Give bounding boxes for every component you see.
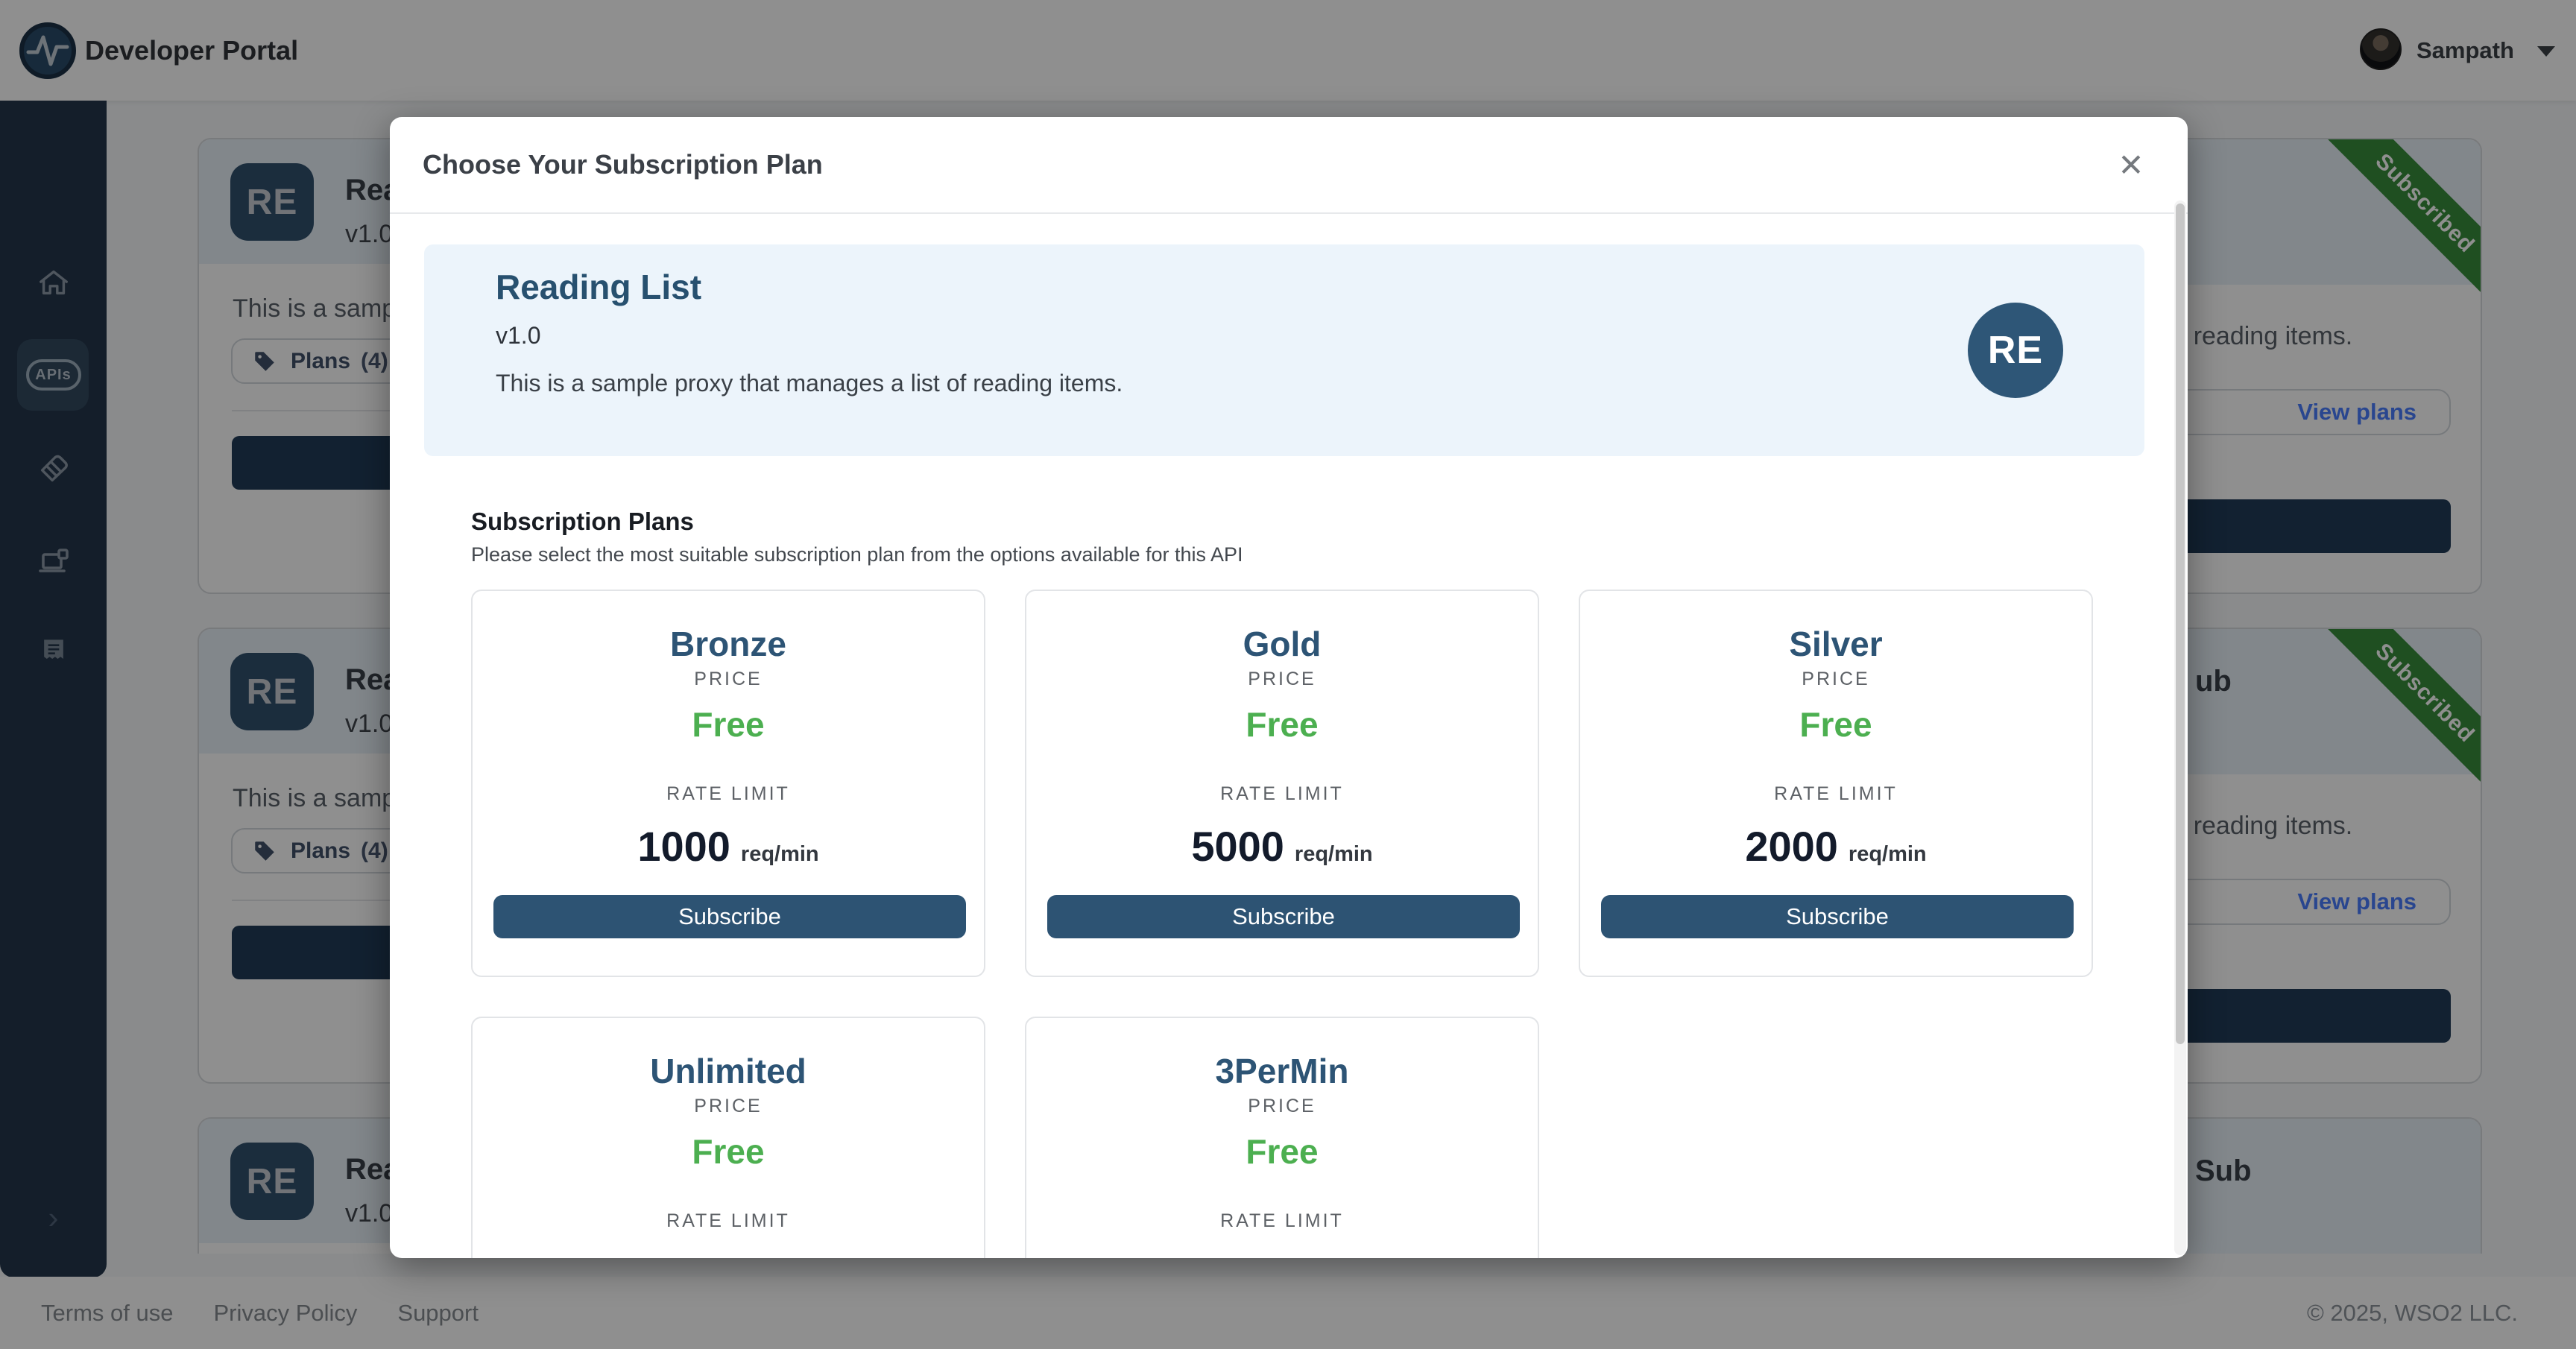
modal-title: Choose Your Subscription Plan <box>423 117 823 212</box>
price-label: PRICE <box>1580 669 2092 690</box>
subscribe-button[interactable]: Subscribe <box>493 895 966 938</box>
plan-card-unlimited: Unlimited PRICE Free RATE LIMIT Subscrib… <box>471 1017 985 1258</box>
modal-scrollbar-thumb[interactable] <box>2176 203 2185 1044</box>
plan-name: Silver <box>1580 624 2092 664</box>
plan-card-gold: Gold PRICE Free RATE LIMIT 5000 req/min … <box>1025 590 1539 977</box>
section-heading: Subscription Plans <box>471 508 694 536</box>
close-icon[interactable]: ✕ <box>2110 144 2152 186</box>
plan-price: Free <box>1026 1131 1538 1172</box>
rate-value: 1000 <box>637 822 730 871</box>
plan-price: Free <box>1580 704 2092 745</box>
price-label: PRICE <box>473 669 984 690</box>
plan-name: 3PerMin <box>1026 1051 1538 1091</box>
modal-divider <box>390 212 2188 214</box>
plan-name: Bronze <box>473 624 984 664</box>
price-label: PRICE <box>473 1096 984 1117</box>
subscription-plan-modal: Choose Your Subscription Plan ✕ Reading … <box>390 117 2188 1258</box>
api-avatar: RE <box>1968 303 2063 398</box>
api-description: This is a sample proxy that manages a li… <box>496 370 1123 397</box>
plan-card-bronze: Bronze PRICE Free RATE LIMIT 1000 req/mi… <box>471 590 985 977</box>
plan-rate: 5000 req/min <box>1026 822 1538 871</box>
plan-rate: 2000 req/min <box>1580 822 2092 871</box>
subscribe-button[interactable]: Subscribe <box>1047 895 1520 938</box>
price-label: PRICE <box>1026 669 1538 690</box>
rate-unit: req/min <box>741 842 819 867</box>
rate-value: 2000 <box>1745 822 1838 871</box>
plan-price: Free <box>473 1131 984 1172</box>
plan-rate: 1000 req/min <box>473 822 984 871</box>
plan-name: Unlimited <box>473 1051 984 1091</box>
rate-limit-label: RATE LIMIT <box>473 783 984 805</box>
rate-limit-label: RATE LIMIT <box>1026 783 1538 805</box>
rate-unit: req/min <box>1849 842 1927 867</box>
rate-limit-label: RATE LIMIT <box>1026 1210 1538 1232</box>
api-name: Reading List <box>496 267 701 307</box>
plan-price: Free <box>473 704 984 745</box>
plan-name: Gold <box>1026 624 1538 664</box>
section-subheading: Please select the most suitable subscrip… <box>471 543 1243 566</box>
plan-card-silver: Silver PRICE Free RATE LIMIT 2000 req/mi… <box>1579 590 2093 977</box>
rate-limit-label: RATE LIMIT <box>473 1210 984 1232</box>
rate-limit-label: RATE LIMIT <box>1580 783 2092 805</box>
developer-portal-app: Developer Portal Sampath APIs <box>0 0 2576 1349</box>
api-info-box: Reading List v1.0 This is a sample proxy… <box>424 244 2144 456</box>
rate-value: 5000 <box>1191 822 1284 871</box>
plan-card-3permin: 3PerMin PRICE Free RATE LIMIT Subscribe <box>1025 1017 1539 1258</box>
rate-unit: req/min <box>1295 842 1373 867</box>
modal-scrollbar-track[interactable] <box>2174 200 2186 1255</box>
plan-price: Free <box>1026 704 1538 745</box>
price-label: PRICE <box>1026 1096 1538 1117</box>
subscribe-button[interactable]: Subscribe <box>1601 895 2074 938</box>
api-version: v1.0 <box>496 322 540 350</box>
